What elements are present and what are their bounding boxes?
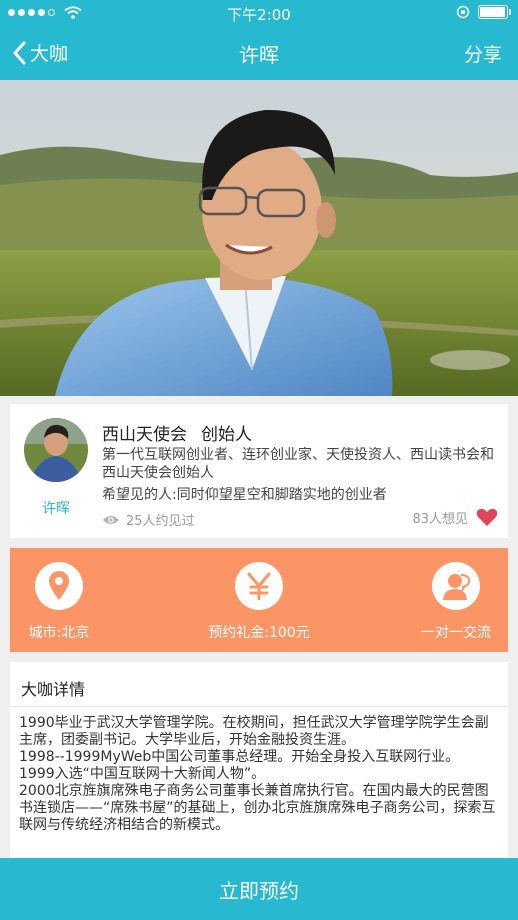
feature-label: 预约礼金:100元: [208, 625, 310, 641]
page-title: 许晖: [239, 43, 279, 67]
chat-feature: 一对一交流: [416, 562, 496, 642]
person-chat-icon: [443, 574, 471, 600]
avatar[interactable]: [24, 418, 88, 482]
heart-icon[interactable]: [476, 508, 498, 527]
feature-label: 一对一交流: [421, 625, 491, 641]
eye-icon: [103, 515, 119, 524]
nav-bar: 大咖 许晖 分享: [0, 26, 518, 80]
avatar-name: 许晖: [42, 501, 70, 517]
feature-label: 城市:北京: [28, 625, 90, 641]
feature-strip: 城市:北京 预约礼金:100元 一对一交流: [10, 548, 508, 652]
bio-text: 第一代互联网创业者、连环创业家、天使投资人、西山读书会和西山天使会创始人: [102, 447, 494, 481]
detail-paragraph: 1998--1999MyWeb中国公司董事总经理。开始全身投入互联网行业。: [19, 749, 460, 765]
location-circle: [35, 562, 83, 610]
location-pin-icon: [49, 571, 69, 600]
profile-card: 许晖 西山天使会 创始人 第一代互联网创业者、连环创业家、天使投资人、西山读书会和…: [10, 404, 508, 538]
org-name: 西山天使会: [102, 425, 187, 445]
avatar-photo: [24, 418, 88, 482]
city-feature: 城市:北京: [26, 562, 92, 642]
want-count-label: 83人想见: [412, 512, 468, 527]
role-label: 创始人: [201, 425, 252, 445]
met-count: 25人约见过: [102, 510, 195, 529]
person-circle: [432, 562, 480, 610]
share-button[interactable]: 分享: [464, 40, 502, 67]
detail-paragraph: 2000北京旌旗席殊电子商务公司董事长兼首席执行官。在国内最大的民营图书连锁店—…: [19, 783, 496, 833]
battery-icon: [478, 5, 511, 19]
portrait-photo: [0, 80, 518, 396]
detail-section: 大咖详情 1990毕业于武汉大学管理学院。在校期间，担任武汉大学管理学院学生会副…: [10, 662, 508, 862]
hope-text: 希望见的人:同时仰望星空和脚踏实地的创业者: [102, 487, 387, 503]
rotation-lock-icon: [456, 5, 470, 19]
org-title: 西山天使会 创始人: [102, 420, 252, 445]
hero-photo: [0, 80, 518, 396]
status-time: 下午2:00: [227, 6, 291, 24]
divider: [10, 706, 508, 707]
yen-icon: [247, 572, 271, 600]
detail-paragraph: 1990毕业于武汉大学管理学院。在校期间，担任武汉大学管理学院学生会副主席，团委…: [19, 715, 489, 748]
book-button[interactable]: 立即预约: [0, 858, 518, 920]
status-bar: 下午2:00: [0, 0, 518, 26]
fee-feature: 预约礼金:100元: [199, 562, 319, 642]
detail-title: 大咖详情: [21, 680, 86, 699]
met-count-label: 25人约见过: [126, 514, 195, 529]
want-count: 83人想见: [412, 508, 498, 527]
detail-paragraph: 1999入选“中国互联网十大新闻人物”。: [19, 766, 266, 782]
yen-circle: [235, 562, 283, 610]
detail-body: 1990毕业于武汉大学管理学院。在校期间，担任武汉大学管理学院学生会副主席，团委…: [19, 715, 501, 834]
